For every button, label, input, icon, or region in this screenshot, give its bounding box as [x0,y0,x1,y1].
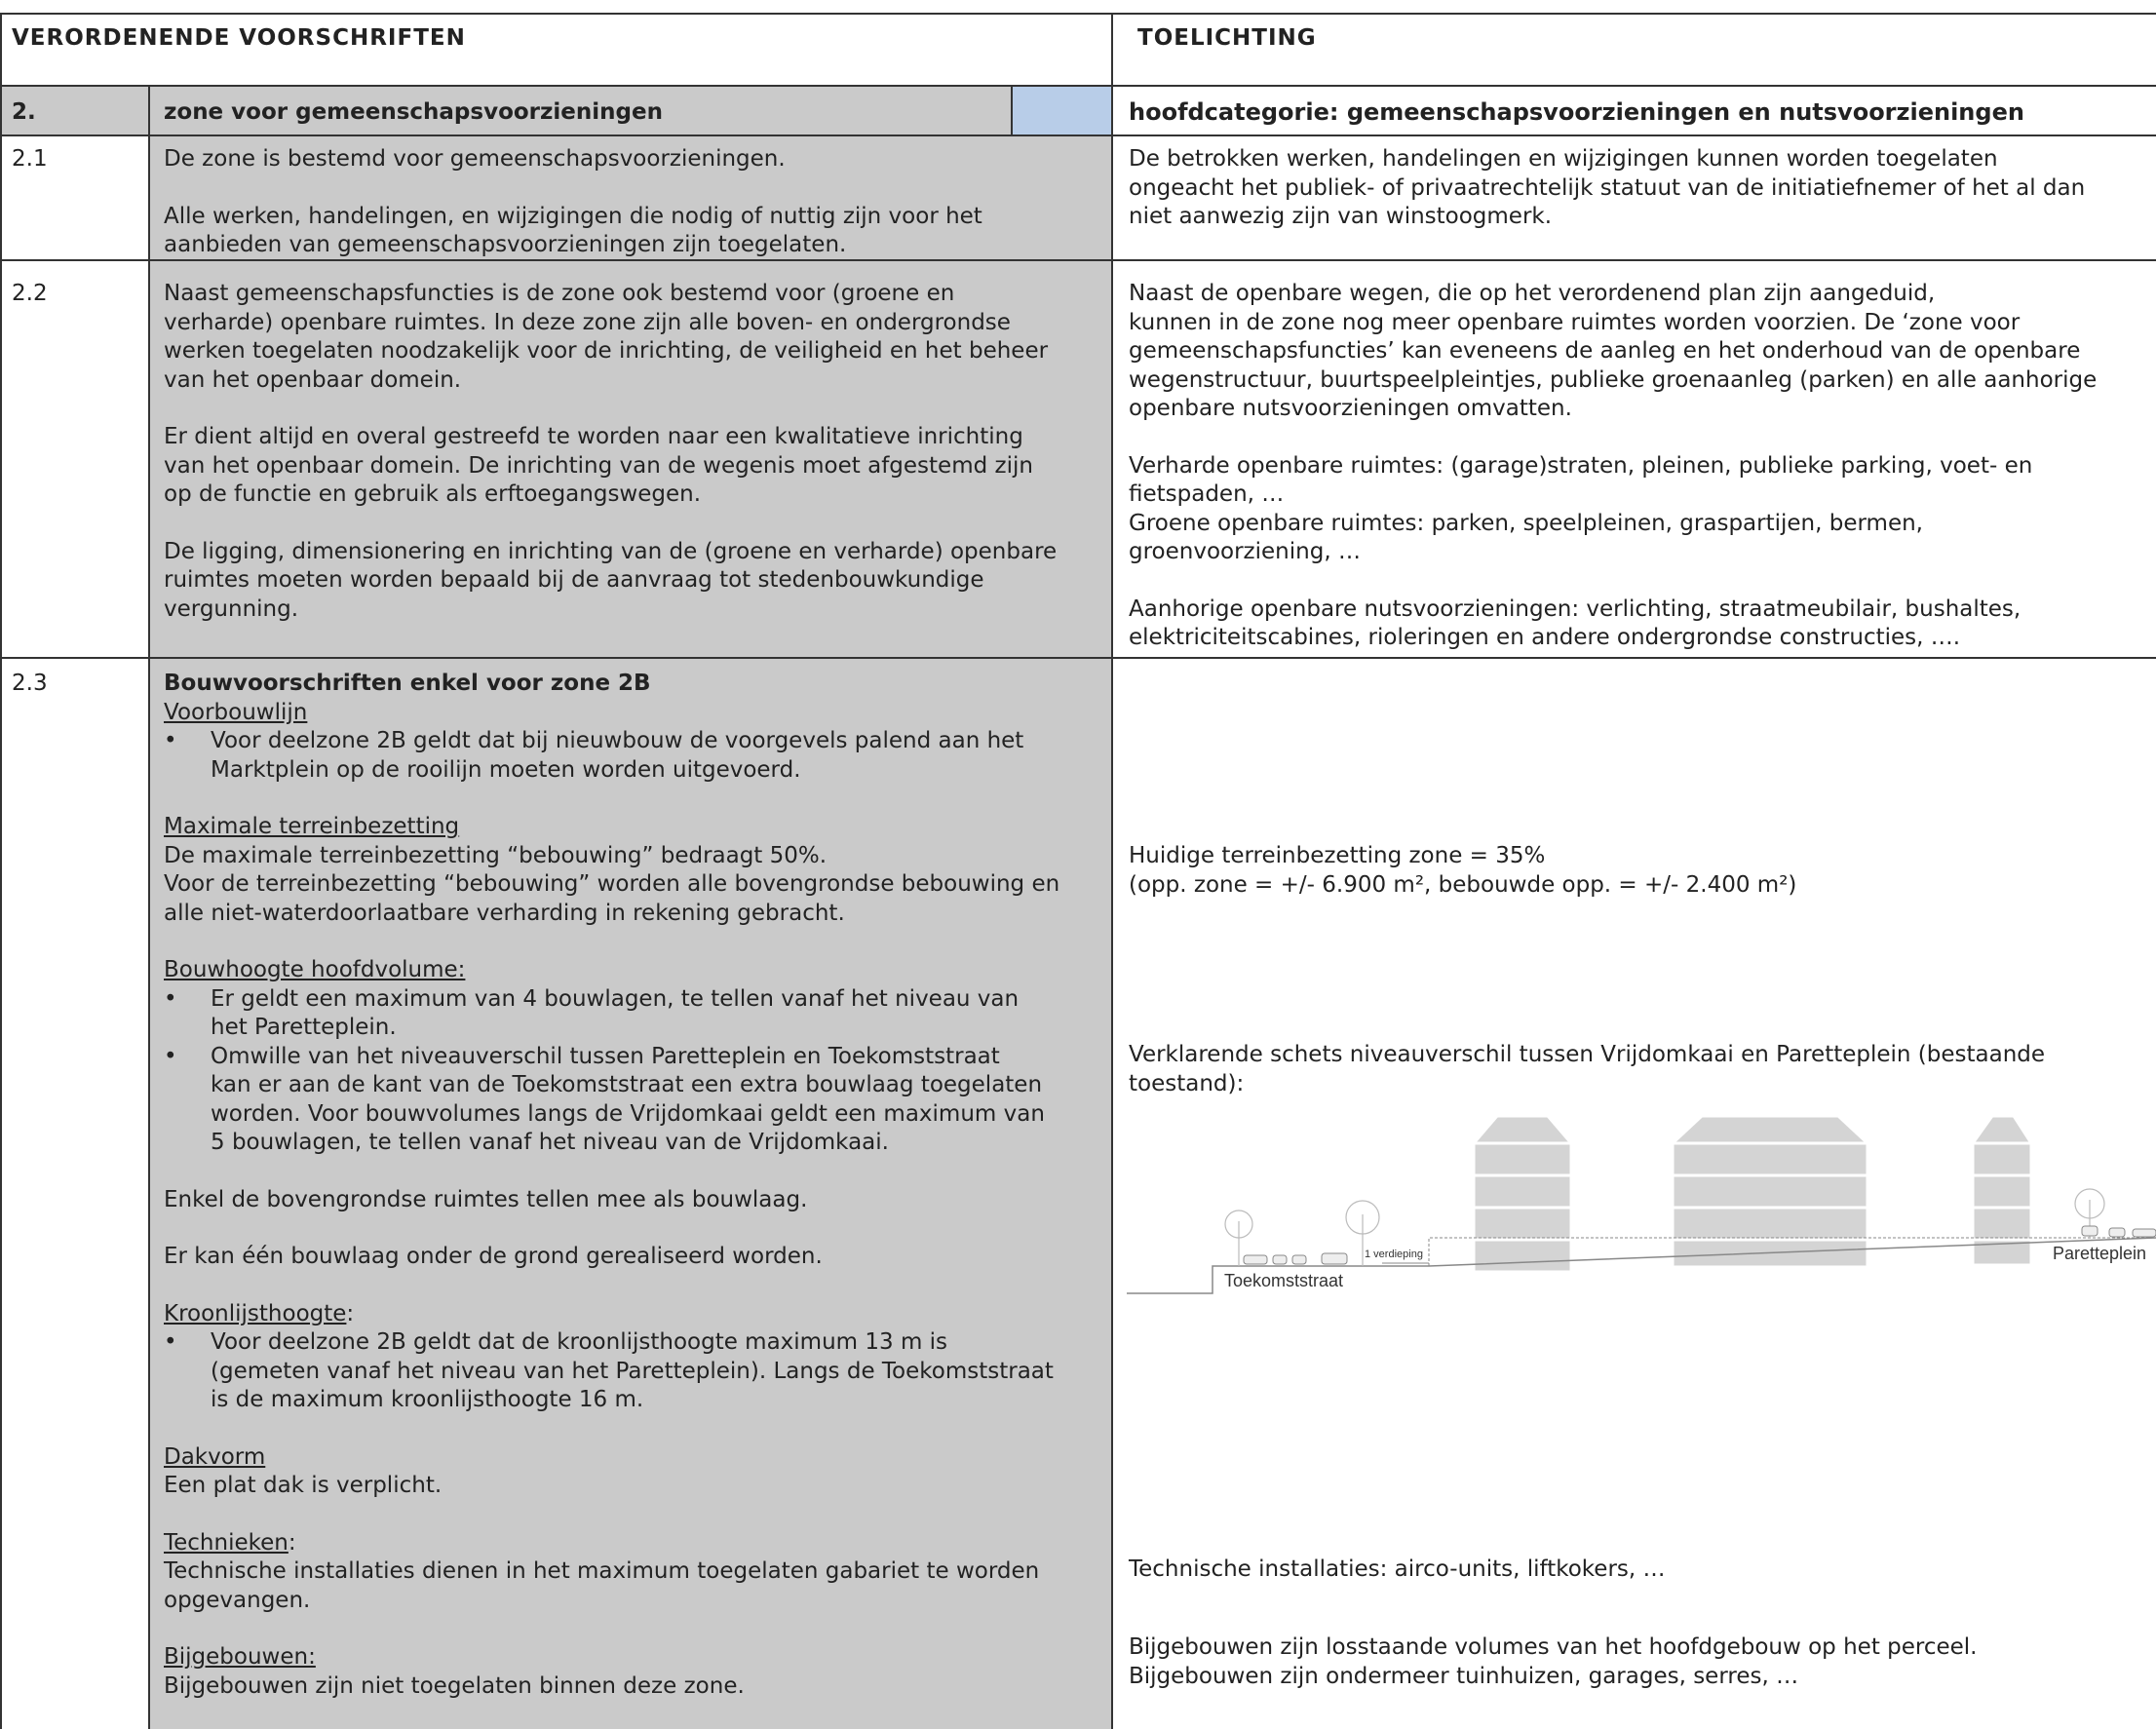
text-line: elektriciteitscabines, rioleringen en an… [1129,625,1961,650]
text-line: groenvoorziening, … [1129,539,1361,564]
text-line: Er dient altijd en overal gestreefd te w… [164,424,1023,449]
rule-top [0,13,2156,15]
text-line: werken toegelaten noodzakelijk voor de i… [164,338,1049,364]
text-line: Bijgebouwen zijn niet toegelaten binnen … [164,1672,745,1699]
text-line: toestand): [1129,1070,1245,1096]
bouwhoogte-bullet-1: • Er geldt een maximum van 4 bouwlagen, t… [164,985,1020,1041]
row-2-3-title: Bouwvoorschriften enkel voor zone 2B [164,671,651,696]
building-middle [1669,1114,1871,1269]
row-number-2-1: 2.1 [12,146,48,172]
text-line: fietspaden, … [1129,481,1285,507]
building-left [1470,1114,1575,1274]
rule-zone-bottom [0,134,2156,136]
rule-2-2-bottom [0,657,2156,659]
level-difference-sketch: 1 verdieping Toekomststraat Paretteplein [1127,1114,2156,1294]
text-line: openbare nutsvoorzieningen omvatten. [1129,396,1572,421]
text-line: van het openbaar domein. De inrichting v… [164,452,1033,479]
voorbouwlijn-bullet: • Voor deelzone 2B geldt dat bij nieuwbou… [164,728,1024,783]
rule-middle [1111,13,1113,1729]
kroonlijsthoogte-bullet: • Voor deelzone 2B geldt dat de kroonlijs… [164,1329,1054,1412]
text-line: Alle werken, handelingen, en wijzigingen… [164,203,982,229]
text-line: verharde) openbare ruimtes. In deze zone… [164,309,1011,335]
text-line: Er kan één bouwlaag onder de grond gerea… [164,1244,823,1269]
text-line: Een plat dak is verplicht. [164,1473,443,1498]
text-line: wegenstructuur, buurtspeelpleintjes, pub… [1129,366,2098,393]
text-line: niet aanwezig zijn van winstoogmerk. [1129,204,1553,229]
row-number-2-3: 2.3 [12,671,48,696]
text-line: (opp. zone = +/- 6.900 m², bebouwde opp.… [1129,871,1797,898]
dakvorm-heading: Dakvorm [164,1443,266,1470]
text-line: op de functie en gebruik als erftoegangs… [164,481,702,507]
technieken-heading: Technieken: [164,1529,296,1556]
text-line: vergunning. [164,596,299,622]
text-line: aanbieden van gemeenschapsvoorzieningen … [164,232,847,257]
label-paretteplein: Paretteplein [2053,1244,2146,1263]
text-line: De betrokken werken, handelingen en wijz… [1129,146,1998,172]
kroonlijsthoogte-heading: Kroonlijsthoogte: [164,1300,355,1326]
label-toekomststraat: Toekomststraat [1224,1271,1343,1290]
text-line: opgevangen. [164,1587,311,1613]
rule-left [0,13,2,1729]
text-line: Technische installaties dienen in het ma… [164,1558,1040,1584]
text-line: Bijgebouwen zijn ondermeer tuinhuizen, g… [1129,1663,1799,1689]
text-line: De maximale terreinbezetting “bebouwing”… [164,842,828,868]
voorbouwlijn-heading: Voorbouwlijn [164,699,308,725]
rule-header-bottom [0,85,2156,87]
right-technieken: Technische installaties: airco-units, li… [1129,1556,1666,1582]
row-number-2-2: 2.2 [12,281,48,306]
row-2-2-left: Naast gemeenschapsfuncties is de zone oo… [164,280,1057,624]
text-line: De ligging, dimensionering en inrichting… [164,538,1058,564]
bijgebouwen-heading: Bijgebouwen: [164,1644,316,1670]
zone-number: 2. [12,99,36,125]
rule-swatch-col [1011,85,1013,135]
bouwhoogte-heading: Bouwhoogte hoofdvolume: [164,957,466,982]
row-2-2-right: Naast de openbare wegen, die op het vero… [1129,280,2097,653]
text-line: gemeenschapsfuncties’ kan eveneens de aa… [1129,338,2081,364]
header-verordenende-voorschriften: VERORDENENDE VOORSCHRIFTEN [12,25,466,51]
text-line: kunnen in de zone nog meer openbare ruim… [1129,309,2021,335]
bouwhoogte-bullet-2: • Omwille van het niveauverschil tussen P… [164,1043,1045,1156]
row-2-3-left: Bouwvoorschriften enkel voor zone 2B Voo… [164,670,1059,1701]
row-2-1-right: De betrokken werken, handelingen en wijz… [1129,145,2085,232]
text-line: Huidige terreinbezetting zone = 35% [1129,843,1546,868]
text-line: Groene openbare ruimtes: parken, speelpl… [1129,510,1923,536]
zone-title: zone voor gemeenschapsvoorzieningen [164,99,663,125]
right-schets-caption: Verklarende schets niveauverschil tussen… [1129,1041,2045,1098]
text-line: van het openbaar domein. [164,366,462,393]
regulation-table: VERORDENENDE VOORSCHRIFTEN TOELICHTING 2… [0,0,2156,1729]
text-line: Naast gemeenschapsfuncties is de zone oo… [164,281,955,306]
text-line: Naast de openbare wegen, die op het vero… [1129,281,1936,306]
text-line: Bijgebouwen zijn losstaande volumes van … [1129,1634,1978,1660]
text-line: ruimtes moeten worden bepaald bij de aan… [164,567,984,593]
zone-category: hoofdcategorie: gemeenschapsvoorzieninge… [1129,98,2024,126]
text-line: Enkel de bovengrondse ruimtes tellen mee… [164,1186,808,1212]
text-line: De zone is bestemd voor gemeenschapsvoor… [164,146,786,172]
rule-number-col [148,85,150,1729]
right-terreinbezetting: Huidige terreinbezetting zone = 35% (opp… [1129,842,1796,900]
right-bijgebouwen: Bijgebouwen zijn losstaande volumes van … [1129,1633,1978,1691]
row-2-1-left: De zone is bestemd voor gemeenschapsvoor… [164,145,982,260]
text-line: Verklarende schets niveauverschil tussen… [1129,1042,2046,1067]
text-line: Voor de terreinbezetting “bebouwing” wor… [164,871,1060,897]
text-line: alle niet-waterdoorlaatbare verharding i… [164,900,845,926]
label-verdieping: 1 verdieping [1365,1249,1423,1260]
header-toelichting: TOELICHTING [1137,25,1317,51]
text-line: Verharde openbare ruimtes: (garage)strat… [1129,452,2033,479]
terreinbezetting-heading: Maximale terreinbezetting [164,814,460,839]
zone-color-swatch [1012,86,1111,134]
text-line: Aanhorige openbare nutsvoorzieningen: ve… [1129,596,2021,622]
text-line: ongeacht het publiek- of privaatrechteli… [1129,174,2086,201]
